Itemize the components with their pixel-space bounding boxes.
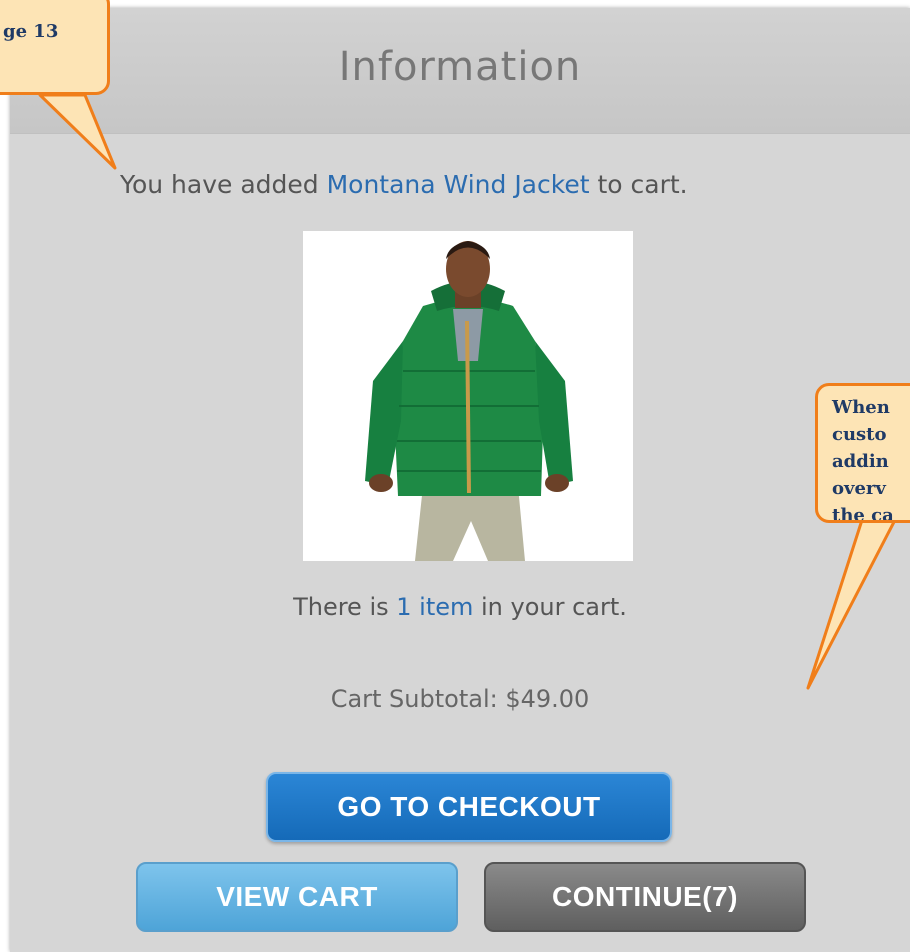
callout-right-line: addin (832, 451, 889, 472)
callout-right-line: custo (832, 424, 887, 445)
callout-left-text: ge 13 (3, 21, 59, 42)
callout-cart-overview: When custo addin overv the ca (815, 383, 910, 523)
callout-right-line: When (832, 397, 890, 418)
callout-tails (38, 93, 897, 690)
callout-right-line: overv (832, 478, 886, 499)
callout-right-line: the ca (832, 505, 894, 523)
callout-page-ref: ge 13 (0, 0, 110, 95)
